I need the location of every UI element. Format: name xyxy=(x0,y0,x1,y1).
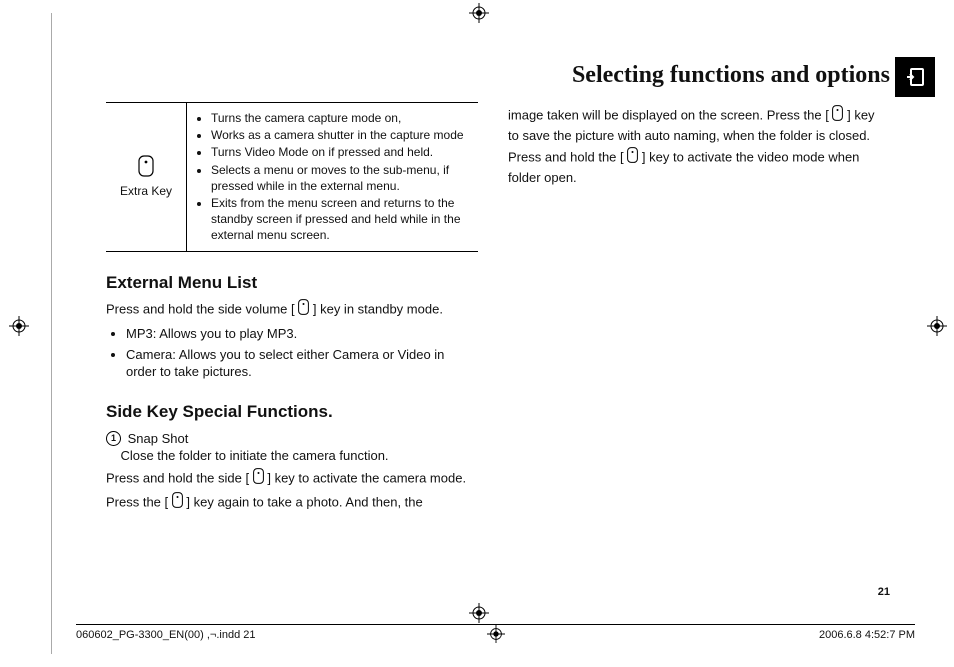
manual-page: Selecting functions and options Extra Ke… xyxy=(0,0,954,667)
text-fragment: image taken will be displayed on the scr… xyxy=(508,108,829,123)
list-item: Selects a menu or moves to the sub-menu,… xyxy=(211,162,472,194)
body-text: Press and hold the [ ] key to activate t… xyxy=(508,148,880,186)
section-tab-icon xyxy=(895,57,935,97)
list-item: Camera: Allows you to select either Came… xyxy=(126,346,478,381)
registration-mark-footer xyxy=(487,625,505,646)
side-key-icon xyxy=(172,492,183,513)
trim-line-left xyxy=(51,13,52,654)
content-area: Extra Key Turns the camera capture mode … xyxy=(106,102,880,566)
text-fragment: Press the [ xyxy=(106,495,168,510)
page-sheet: Selecting functions and options Extra Ke… xyxy=(61,24,935,606)
body-text: 1 Snap Shot Close the folder to initiate… xyxy=(106,430,478,465)
page-title: Selecting functions and options xyxy=(572,62,890,89)
step-title: Snap Shot xyxy=(128,431,189,446)
table-key-label: Extra Key xyxy=(120,183,172,199)
list-item: Works as a camera shutter in the capture… xyxy=(211,127,472,143)
external-menu-list: MP3: Allows you to play MP3. Camera: All… xyxy=(114,325,478,381)
extra-key-icon xyxy=(138,155,154,177)
left-column: Extra Key Turns the camera capture mode … xyxy=(106,102,478,566)
registration-mark-left xyxy=(9,316,29,341)
text-fragment: ] key in standby mode. xyxy=(313,302,443,317)
body-text: Press and hold the side volume [ ] key i… xyxy=(106,300,478,321)
side-key-icon xyxy=(298,299,309,320)
side-key-icon xyxy=(253,468,264,489)
print-footer: 060602_PG-3300_EN(00) ,¬.indd 21 2006.6.… xyxy=(76,624,915,641)
text-fragment: ] key again to take a photo. And then, t… xyxy=(186,495,422,510)
footer-filename: 060602_PG-3300_EN(00) ,¬.indd 21 xyxy=(76,629,256,641)
text-fragment: Press and hold the side volume [ xyxy=(106,302,295,317)
list-item: Turns Video Mode on if pressed and held. xyxy=(211,144,472,160)
body-text: Press the [ ] key again to take a photo.… xyxy=(106,493,478,514)
list-item: Turns the camera capture mode on, xyxy=(211,110,472,126)
body-text: Press and hold the side [ ] key to activ… xyxy=(106,469,478,490)
side-key-icon xyxy=(832,105,843,126)
text-fragment: ] key to activate the camera mode. xyxy=(267,470,466,485)
list-item: MP3: Allows you to play MP3. xyxy=(126,325,478,343)
text-fragment: Press and hold the side [ xyxy=(106,470,249,485)
footer-timestamp: 2006.6.8 4:52:7 PM xyxy=(819,629,915,641)
body-text: image taken will be displayed on the scr… xyxy=(508,106,880,144)
right-column: image taken will be displayed on the scr… xyxy=(508,102,880,566)
section-heading-side-key: Side Key Special Functions. xyxy=(106,401,478,424)
section-heading-external-menu: External Menu List xyxy=(106,272,478,295)
page-number: 21 xyxy=(878,586,890,598)
text-fragment: Press and hold the [ xyxy=(508,150,624,165)
side-key-icon xyxy=(627,147,638,168)
step-number-icon: 1 xyxy=(106,431,121,446)
step-subtitle: Close the folder to initiate the camera … xyxy=(120,448,388,463)
list-item: Exits from the menu screen and returns t… xyxy=(211,195,472,244)
table-key-cell: Extra Key xyxy=(106,103,186,251)
table-desc-cell: Turns the camera capture mode on, Works … xyxy=(186,103,478,251)
table-bullet-list: Turns the camera capture mode on, Works … xyxy=(197,110,472,244)
key-description-table: Extra Key Turns the camera capture mode … xyxy=(106,102,478,252)
